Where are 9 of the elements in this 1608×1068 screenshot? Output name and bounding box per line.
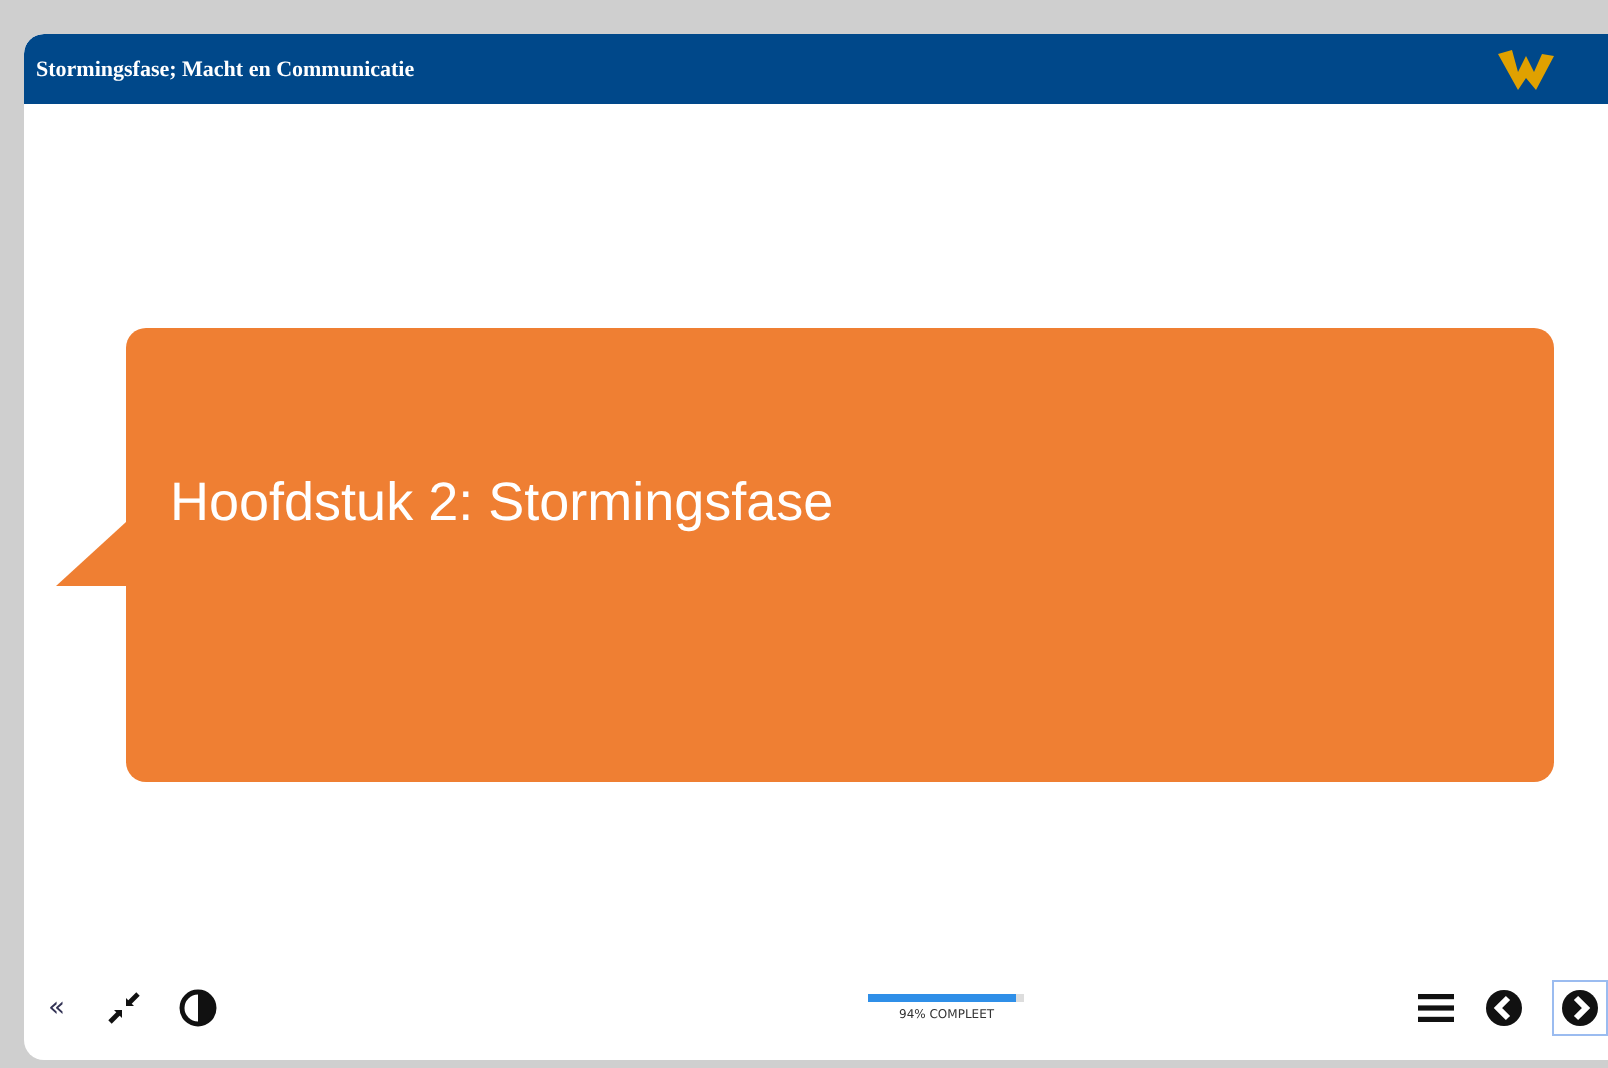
next-button[interactable] [1551,980,1608,1036]
exit-fullscreen-icon[interactable] [105,990,142,1026]
slide-heading: Hoofdstuk 2: Stormingsfase [170,472,834,534]
course-title: Stormingsfase; Macht en Communicatie [36,57,415,81]
previous-icon[interactable] [1483,988,1524,1028]
logo-icon [1496,47,1556,91]
menu-icon[interactable] [1415,992,1456,1024]
contrast-icon[interactable] [177,988,218,1028]
collapse-button[interactable]: « [44,992,70,1024]
